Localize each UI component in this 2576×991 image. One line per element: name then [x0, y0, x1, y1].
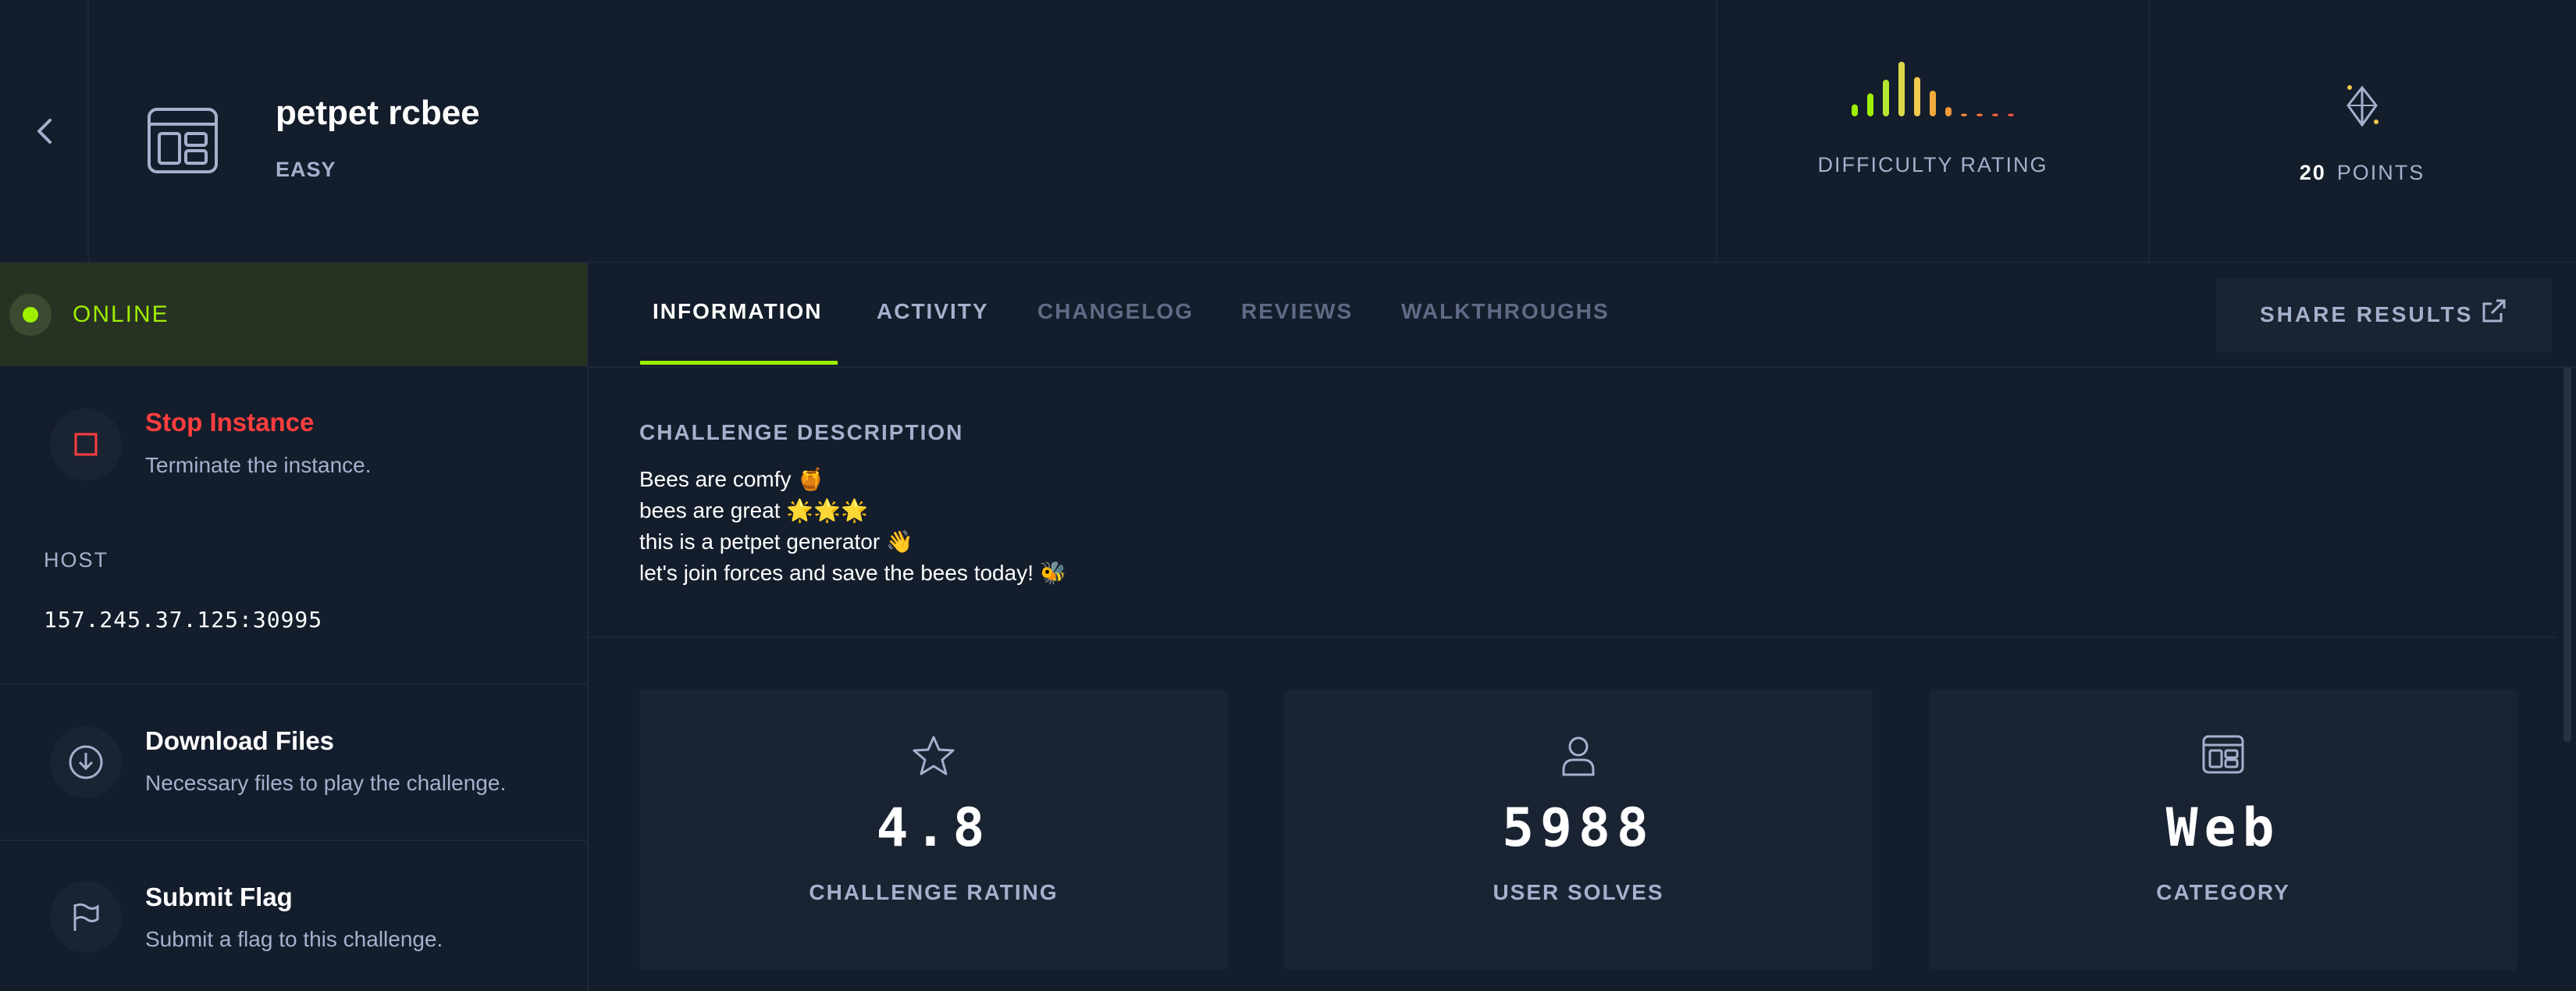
difficulty-bar: [1930, 91, 1936, 116]
stop-instance-subtitle: Terminate the instance.: [145, 453, 372, 477]
difficulty-bar: [1945, 107, 1952, 116]
description-heading: CHALLENGE DESCRIPTION: [639, 420, 964, 444]
tab-changelog[interactable]: CHANGELOG: [1037, 299, 1194, 324]
difficulty-bar: [1976, 113, 1983, 116]
tab-reviews[interactable]: REVIEWS: [1241, 299, 1353, 324]
submit-flag-subtitle: Submit a flag to this challenge.: [145, 927, 443, 951]
user-solves-label: USER SOLVES: [1493, 880, 1664, 904]
difficulty-bar: [2008, 113, 2014, 116]
content-divider: [589, 636, 2556, 638]
instance-status: ONLINE: [0, 263, 587, 366]
submit-flag-title[interactable]: Submit Flag: [145, 882, 293, 912]
share-results-button[interactable]: SHARE RESULTS: [2216, 277, 2552, 352]
difficulty-bar: [1914, 77, 1920, 116]
scrollbar[interactable]: [2564, 367, 2571, 742]
points-gem-icon: [2347, 85, 2379, 127]
tab-information[interactable]: INFORMATION: [653, 299, 822, 324]
challenge-rating-label: CHALLENGE RATING: [809, 880, 1059, 904]
back-column: [0, 0, 89, 262]
host-label: HOST: [44, 548, 109, 572]
points-panel: 20 POINTS: [2148, 0, 2576, 262]
challenge-rating-value: 4.8: [876, 797, 991, 859]
tab-activity[interactable]: ACTIVITY: [877, 299, 989, 324]
description-line: let's join forces and save the bees toda…: [639, 561, 1067, 585]
active-tab-indicator: [640, 361, 838, 365]
flag-icon: [50, 881, 122, 953]
host-address[interactable]: 157.245.37.125:30995: [44, 607, 322, 633]
download-icon: [50, 726, 122, 798]
user-solves-value: 5988: [1502, 797, 1655, 859]
back-chevron-icon[interactable]: [33, 116, 56, 147]
difficulty-bar: [1898, 62, 1905, 116]
external-share-icon: [2482, 299, 2506, 323]
status-label: ONLINE: [73, 301, 169, 327]
download-files-button[interactable]: [50, 726, 122, 798]
category-value: Web: [2165, 797, 2281, 859]
difficulty-chart: [1852, 62, 2014, 116]
user-icon: [1562, 736, 1595, 776]
stop-icon: [50, 408, 122, 480]
points-value: 20: [2299, 161, 2326, 184]
description-line: this is a petpet generator 👋: [639, 529, 913, 554]
submit-flag-button[interactable]: [50, 881, 122, 953]
description-line: bees are great 🌟🌟🌟: [639, 498, 868, 522]
star-icon: [913, 736, 955, 775]
difficulty-bar: [1883, 80, 1889, 116]
difficulty-bar: [1992, 113, 1998, 116]
tab-walkthroughs[interactable]: WALKTHROUGHS: [1401, 299, 1610, 324]
difficulty-bar: [1961, 113, 1967, 116]
difficulty-rating-label: DIFFICULTY RATING: [1817, 153, 2048, 176]
difficulty-level: EASY: [276, 158, 336, 181]
challenge-rating-card: 4.8 CHALLENGE RATING: [639, 690, 1228, 971]
web-category-icon: [148, 108, 218, 173]
share-results-label: SHARE RESULTS: [2260, 302, 2474, 326]
user-solves-card: 5988 USER SOLVES: [1284, 690, 1873, 971]
description-line: Bees are comfy 🍯: [639, 467, 825, 491]
stop-instance-title[interactable]: Stop Instance: [145, 408, 314, 437]
online-status-icon: [9, 294, 52, 336]
sidebar-divider: [0, 839, 587, 841]
points-display: 20 POINTS: [2148, 161, 2576, 185]
web-category-icon: [2202, 735, 2244, 774]
stop-instance-button[interactable]: [50, 408, 122, 480]
difficulty-rating-panel: DIFFICULTY RATING: [1716, 0, 2150, 262]
download-files-subtitle: Necessary files to play the challenge.: [145, 771, 507, 795]
points-label: POINTS: [2336, 161, 2425, 184]
difficulty-bar: [1867, 93, 1873, 116]
challenge-title: petpet rcbee: [276, 94, 480, 132]
sidebar-divider: [0, 683, 587, 685]
category-card: Web CATEGORY: [1929, 690, 2517, 971]
download-files-title[interactable]: Download Files: [145, 726, 334, 756]
difficulty-bar: [1852, 104, 1858, 116]
category-label: CATEGORY: [2156, 880, 2290, 904]
